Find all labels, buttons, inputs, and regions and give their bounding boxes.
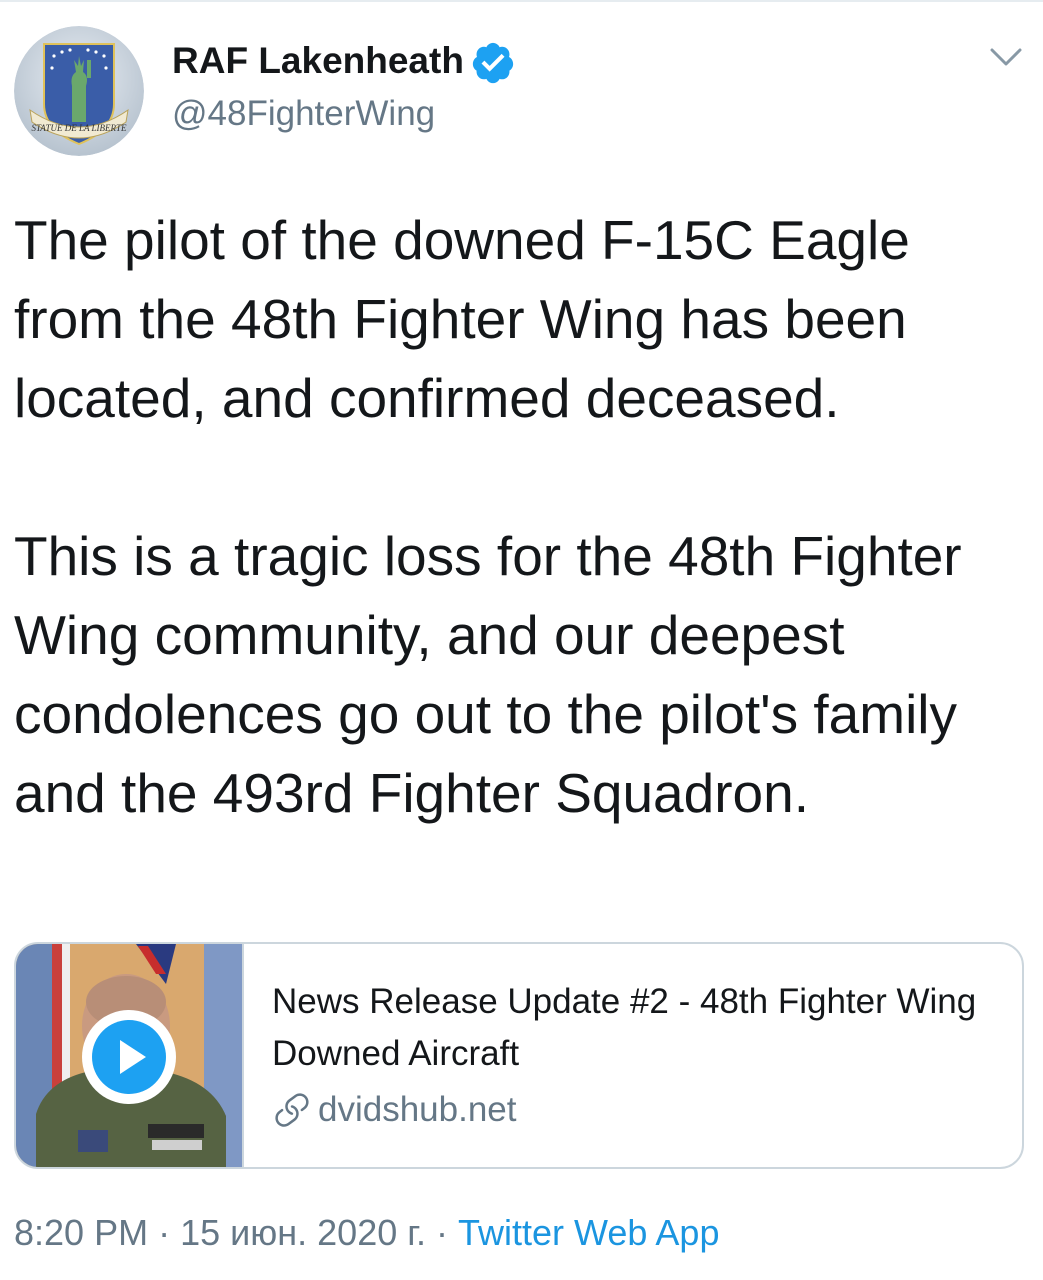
- tweet-source[interactable]: Twitter Web App: [458, 1212, 719, 1253]
- link-icon: [275, 1093, 309, 1127]
- tweet-text: The pilot of the downed F-15C Eagle from…: [14, 201, 1034, 833]
- meta-separator: ·: [158, 1212, 171, 1253]
- svg-text:STATUE DE LA LIBERTE: STATUE DE LA LIBERTE: [31, 123, 127, 133]
- video-thumbnail[interactable]: [16, 944, 244, 1167]
- link-card[interactable]: News Release Update #2 - 48th Fighter Wi…: [14, 942, 1024, 1169]
- card-title[interactable]: News Release Update #2 - 48th Fighter Wi…: [272, 976, 1002, 1080]
- tweet-paragraph: This is a tragic loss for the 48th Fight…: [14, 525, 962, 824]
- tweet-paragraph: The pilot of the downed F-15C Eagle from…: [14, 209, 910, 429]
- tweet-meta: 8:20 PM · 15 июн. 2020 г. · Twitter Web …: [14, 1212, 719, 1254]
- play-icon: [85, 1013, 173, 1101]
- card-domain: dvidshub.net: [318, 1090, 517, 1129]
- tweet-date[interactable]: 15 июн. 2020 г.: [180, 1212, 426, 1253]
- card-domain-row[interactable]: dvidshub.net: [272, 1086, 516, 1134]
- wing-emblem-icon: STATUE DE LA LIBERTE: [14, 26, 144, 156]
- meta-separator: ·: [436, 1212, 448, 1253]
- tweet-time[interactable]: 8:20 PM: [14, 1212, 148, 1253]
- top-divider: [0, 0, 1043, 2]
- avatar[interactable]: STATUE DE LA LIBERTE: [14, 26, 144, 156]
- chevron-down-icon[interactable]: [986, 40, 1026, 72]
- verified-badge-icon: [472, 42, 514, 84]
- play-button[interactable]: [82, 1010, 176, 1104]
- author-handle[interactable]: @48FighterWing: [172, 94, 435, 134]
- author-name[interactable]: RAF Lakenheath: [172, 40, 464, 82]
